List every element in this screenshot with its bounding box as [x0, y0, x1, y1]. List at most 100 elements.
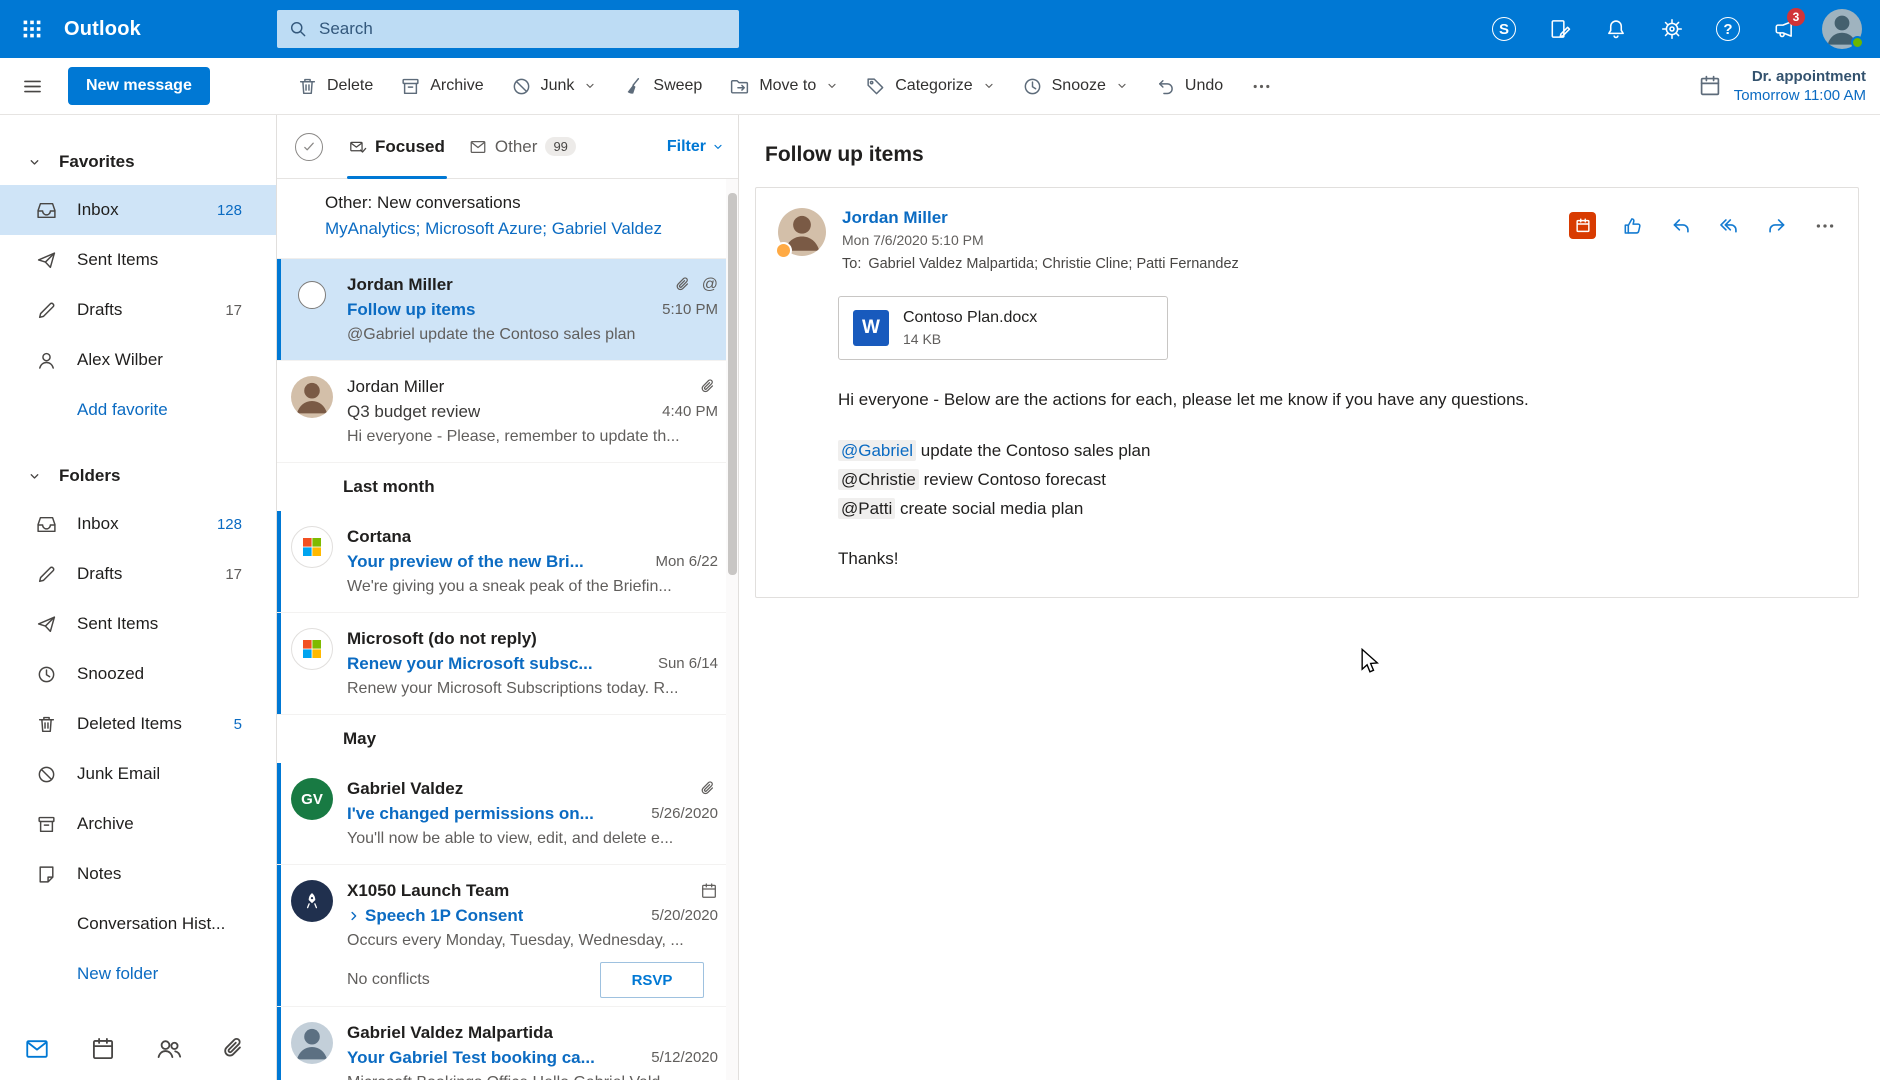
other-conversations-banner[interactable]: Other: New conversations MyAnalytics; Mi…: [277, 179, 738, 259]
archive-icon: [400, 76, 421, 97]
sidebar-item-archive[interactable]: Archive: [0, 799, 276, 849]
sidebar-item-conversation-history[interactable]: Conversation Hist...: [0, 899, 276, 949]
mail-module-button[interactable]: [24, 1036, 50, 1062]
favorites-header[interactable]: Favorites: [0, 139, 276, 185]
message-row-cortana-briefing[interactable]: Cortana Your preview of the new Bri... M…: [277, 511, 738, 613]
message-row-q3-budget-review[interactable]: Jordan Miller Q3 budget review 4:40 PM H…: [277, 361, 738, 463]
gear-icon: [1661, 18, 1683, 40]
new-folder-button[interactable]: New folder: [0, 949, 276, 999]
feedback-button[interactable]: [1532, 0, 1588, 58]
people-module-button[interactable]: [156, 1036, 182, 1062]
sidebar-item-notes[interactable]: Notes: [0, 849, 276, 899]
message-row-changed-permissions[interactable]: GV Gabriel Valdez I've changed permissio…: [277, 763, 738, 865]
addin-icon[interactable]: [1569, 212, 1596, 239]
new-message-button[interactable]: New message: [68, 67, 210, 105]
delete-button[interactable]: Delete: [286, 66, 384, 106]
task-line: @Christie review Contoso forecast: [838, 465, 1836, 494]
reply-all-button[interactable]: [1718, 215, 1740, 237]
trash-icon: [297, 76, 318, 97]
snooze-button[interactable]: Snooze: [1011, 66, 1139, 106]
message-list-scrollbar[interactable]: [726, 179, 738, 1080]
folders-header[interactable]: Folders: [0, 453, 276, 499]
like-button[interactable]: [1622, 215, 1644, 237]
sidebar-item-sent-items[interactable]: Sent Items: [0, 599, 276, 649]
sweep-button[interactable]: Sweep: [612, 66, 713, 106]
tab-other[interactable]: Other 99: [457, 115, 588, 179]
message-row-speech-1p-consent[interactable]: X1050 Launch Team Speech 1P Consent 5/20…: [277, 865, 738, 1007]
paperclip-icon: [675, 276, 693, 294]
conflict-status: No conflicts: [347, 971, 430, 988]
block-icon: [36, 764, 57, 785]
sidebar-item-inbox[interactable]: Inbox 128: [0, 499, 276, 549]
scrollbar-thumb[interactable]: [728, 193, 737, 575]
sidebar-item-drafts[interactable]: Drafts 17: [0, 549, 276, 599]
sidebar-item-inbox-favorite[interactable]: Inbox 128: [0, 185, 276, 235]
module-switcher: [0, 1018, 276, 1080]
forward-icon: [1766, 215, 1788, 237]
skype-button[interactable]: S: [1476, 0, 1532, 58]
hamburger-icon: [22, 76, 43, 97]
undo-button[interactable]: Undo: [1144, 66, 1234, 106]
sidebar-item-snoozed[interactable]: Snoozed: [0, 649, 276, 699]
sender-avatar[interactable]: [775, 208, 826, 259]
paperclip-icon: [700, 378, 718, 396]
note-icon: [36, 864, 57, 885]
categorize-button[interactable]: Categorize: [854, 66, 1005, 106]
attachment-card[interactable]: W Contoso Plan.docx 14 KB: [838, 296, 1168, 360]
sidebar-item-sent-favorite[interactable]: Sent Items: [0, 235, 276, 285]
expand-series-chevron-icon[interactable]: [347, 909, 361, 923]
rsvp-button[interactable]: RSVP: [600, 962, 704, 998]
task-line: @Gabriel update the Contoso sales plan: [838, 436, 1836, 465]
mention-christie[interactable]: @Christie: [838, 469, 919, 490]
filter-button[interactable]: Filter: [667, 138, 724, 156]
message-row-booking-calendar[interactable]: Gabriel Valdez Malpartida Your Gabriel T…: [277, 1007, 738, 1080]
mention-patti[interactable]: @Patti: [838, 498, 896, 519]
help-button[interactable]: ?: [1700, 0, 1756, 58]
forward-button[interactable]: [1766, 215, 1788, 237]
undo-icon: [1155, 76, 1176, 97]
message-select-radio[interactable]: [298, 281, 326, 309]
calendar-module-button[interactable]: [90, 1036, 116, 1062]
hamburger-button[interactable]: [8, 62, 56, 110]
folder-pane: Favorites Inbox 128 Sent Items Drafts 17…: [0, 115, 276, 1080]
reply-button[interactable]: [1670, 215, 1692, 237]
sidebar-item-deleted-items[interactable]: Deleted Items 5: [0, 699, 276, 749]
files-module-button[interactable]: [222, 1036, 248, 1062]
recipients[interactable]: Gabriel Valdez Malpartida; Christie Clin…: [868, 256, 1238, 272]
sender-name[interactable]: Jordan Miller: [842, 208, 1239, 228]
message-row-follow-up-items[interactable]: Jordan Miller @ Follow up items 5:10 PM …: [277, 259, 738, 361]
message-card: Jordan Miller Mon 7/6/2020 5:10 PM To: G…: [755, 187, 1859, 598]
calendar-reminder[interactable]: Dr. appointment Tomorrow 11:00 AM: [1698, 58, 1866, 114]
search-input[interactable]: [317, 18, 727, 40]
mail-icon: [24, 1036, 50, 1062]
search-bar[interactable]: [277, 10, 739, 48]
word-file-icon: W: [853, 310, 889, 346]
app-launcher-button[interactable]: [0, 0, 64, 58]
archive-button[interactable]: Archive: [389, 66, 494, 106]
junk-button[interactable]: Junk: [500, 66, 608, 106]
sidebar-item-alex-wilber[interactable]: Alex Wilber: [0, 335, 276, 385]
message-row-renew-subscription[interactable]: Microsoft (do not reply) Renew your Micr…: [277, 613, 738, 715]
notifications-button[interactable]: [1588, 0, 1644, 58]
chevron-down-icon: [826, 80, 838, 92]
initials-avatar: GV: [291, 778, 333, 820]
mention-gabriel[interactable]: @Gabriel: [838, 440, 917, 461]
select-all-button[interactable]: [295, 132, 323, 161]
more-actions-button[interactable]: [1814, 215, 1836, 237]
help-icon: ?: [1716, 17, 1740, 41]
unread-count: 5: [233, 715, 242, 733]
sidebar-item-drafts-favorite[interactable]: Drafts 17: [0, 285, 276, 335]
sidebar-item-junk-email[interactable]: Junk Email: [0, 749, 276, 799]
move-to-button[interactable]: Move to: [718, 66, 849, 106]
microsoft-logo-avatar: [291, 526, 333, 568]
attachment-filename: Contoso Plan.docx: [903, 309, 1038, 326]
reply-all-icon: [1718, 215, 1740, 237]
account-avatar[interactable]: [1822, 9, 1864, 49]
chevron-down-icon: [1116, 80, 1128, 92]
reminder-title: Dr. appointment: [1751, 68, 1866, 85]
tab-focused[interactable]: Focused: [337, 115, 457, 179]
whats-new-button[interactable]: 3: [1756, 0, 1812, 58]
more-commands-button[interactable]: [1239, 66, 1284, 106]
settings-button[interactable]: [1644, 0, 1700, 58]
add-favorite-button[interactable]: Add favorite: [0, 385, 276, 435]
